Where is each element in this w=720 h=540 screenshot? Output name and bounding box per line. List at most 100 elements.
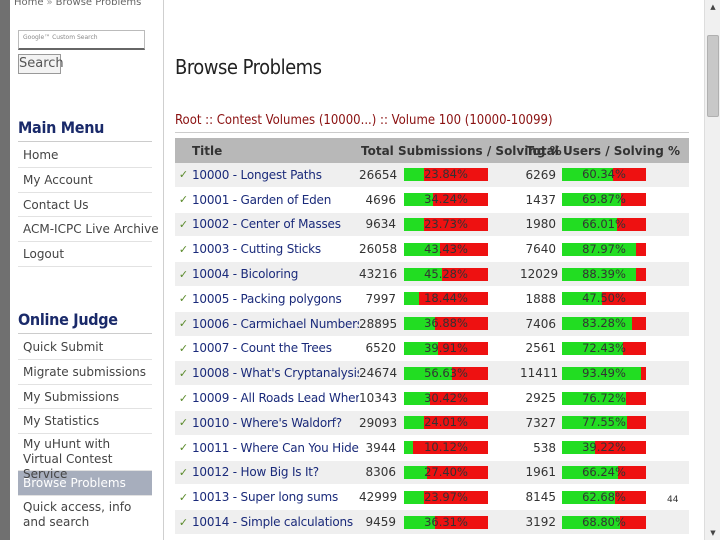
menu-item-my-submissions[interactable]: My Submissions	[18, 385, 152, 410]
users-bar: 77.55%	[562, 416, 646, 430]
title-separator: -	[229, 440, 241, 455]
problem-link[interactable]: 10014 - Simple calculations	[192, 515, 359, 529]
problem-link[interactable]: 10003 - Cutting Sticks	[192, 242, 359, 256]
main-content: Browse Problems Root :: Contest Volumes …	[164, 0, 704, 540]
title-separator: -	[229, 267, 241, 282]
problem-id: 10003	[192, 242, 230, 257]
problem-link[interactable]: 10001 - Garden of Eden	[192, 193, 359, 207]
menu-item-live-archive[interactable]: ACM-ICPC Live Archive	[18, 217, 159, 243]
vertical-scrollbar[interactable]: ▲ ▼	[704, 0, 720, 540]
problem-link[interactable]: 10007 - Count the Trees	[192, 341, 359, 355]
menu-item-home[interactable]: Home	[18, 143, 152, 168]
column-header-submissions[interactable]: Total Submissions / Solving %	[361, 144, 562, 158]
pin-icon[interactable]: ✓	[175, 466, 192, 479]
pin-icon[interactable]: ✓	[175, 491, 192, 504]
users-bar: 88.39%	[562, 267, 646, 281]
solving-percent: 45.28%	[424, 266, 468, 281]
menu-item-my-statistics[interactable]: My Statistics	[18, 409, 152, 435]
scrollbar-thumb[interactable]	[707, 35, 719, 117]
menu-item-contact-us[interactable]: Contact Us	[18, 193, 152, 218]
problem-link[interactable]: 10011 - Where Can You Hide?	[192, 441, 359, 455]
problem-link[interactable]: 10010 - Where's Waldorf?	[192, 416, 359, 430]
main-menu-title: Main Menu	[18, 118, 105, 137]
triangle-up-icon[interactable]: ▲	[705, 0, 720, 14]
submission-count: 28895	[359, 316, 398, 331]
menu-item-logout[interactable]: Logout	[18, 242, 152, 267]
column-header-users[interactable]: Total Users / Solving %	[526, 144, 689, 158]
solving-bar: 43.43%	[404, 242, 488, 256]
problem-name: What's Cryptanalysis?	[240, 366, 359, 381]
table-row: ✓ 10005 - Packing polygons 7997 18.44% 1888 4…	[175, 286, 689, 312]
table-row: ✓ 10013 - Super long sums 42999 23.97% 8145 6…	[175, 485, 689, 511]
users-percent: 62.68%	[582, 489, 626, 504]
problem-name: How Big Is It?	[240, 465, 320, 480]
problem-link[interactable]: 10008 - What's Cryptanalysis?	[192, 366, 359, 380]
users-bar: 39.22%	[562, 441, 646, 455]
pin-icon[interactable]: ✓	[175, 367, 192, 380]
table-row: ✓ 10012 - How Big Is It? 8306 27.40% 1961 66.…	[175, 460, 689, 486]
page-title: Browse Problems	[175, 55, 322, 79]
problem-link[interactable]: 10006 - Carmichael Numbers	[192, 317, 359, 331]
pin-icon[interactable]: ✓	[175, 441, 192, 454]
submission-count: 10343	[359, 391, 398, 406]
pin-icon[interactable]: ✓	[175, 168, 192, 181]
submission-count: 26654	[359, 167, 398, 182]
title-separator: -	[229, 316, 241, 331]
pin-icon[interactable]: ✓	[175, 218, 192, 231]
problem-link[interactable]: 10005 - Packing polygons	[192, 292, 359, 306]
pin-icon[interactable]: ✓	[175, 292, 192, 305]
pin-icon[interactable]: ✓	[175, 392, 192, 405]
solving-percent: 36.31%	[424, 514, 468, 529]
menu-item-uhunt[interactable]: My uHunt with Virtual Contest Service	[18, 434, 152, 481]
submission-count: 26058	[359, 242, 398, 257]
pin-icon[interactable]: ✓	[175, 243, 192, 256]
solving-percent: 23.73%	[424, 216, 468, 231]
column-header-title[interactable]: Title	[175, 144, 361, 158]
pin-icon[interactable]: ✓	[175, 342, 192, 355]
solving-bar: 34.24%	[404, 193, 488, 207]
problem-name: Where Can You Hide?	[240, 440, 359, 455]
menu-item-browse-problems[interactable]: Browse Problems	[18, 471, 152, 496]
pin-icon[interactable]: ✓	[175, 416, 192, 429]
solving-bar: 18.44%	[404, 291, 488, 306]
problem-link[interactable]: 10000 - Longest Paths	[192, 168, 359, 182]
problem-link[interactable]: 10004 - Bicoloring	[192, 267, 359, 281]
title-separator: -	[229, 291, 241, 306]
problem-id: 10011	[192, 440, 230, 455]
problem-link[interactable]: 10013 - Super long sums	[192, 490, 359, 504]
pin-icon[interactable]: ✓	[175, 317, 192, 330]
problem-id: 10007	[192, 341, 230, 356]
pin-icon[interactable]: ✓	[175, 516, 192, 529]
users-bar: 83.28%	[562, 317, 646, 331]
volume-breadcrumb[interactable]: Root :: Contest Volumes (10000...) :: Vo…	[175, 113, 553, 128]
solving-bar: 10.12%	[404, 441, 488, 455]
problem-name: Packing polygons	[240, 291, 342, 306]
search-input[interactable]: Google™ Custom Search	[18, 30, 145, 50]
pin-icon[interactable]: ✓	[175, 193, 192, 206]
users-bar: 62.68%	[562, 489, 646, 504]
search-input-placeholder: Google™ Custom Search	[23, 34, 98, 41]
menu-item-my-account[interactable]: My Account	[18, 168, 152, 193]
breadcrumb-home-link[interactable]: Home	[14, 0, 44, 8]
user-count: 1888	[525, 291, 556, 306]
menu-item-quick-access[interactable]: Quick access, info and search	[18, 496, 152, 536]
problem-link[interactable]: 10002 - Center of Masses	[192, 217, 359, 231]
problem-link[interactable]: 10012 - How Big Is It?	[192, 465, 359, 479]
menu-item-migrate-submissions[interactable]: Migrate submissions	[18, 360, 152, 385]
title-separator: -	[229, 490, 241, 505]
problem-name: Simple calculations	[240, 515, 354, 530]
problem-id: 10010	[192, 415, 230, 430]
problem-name: Super long sums	[240, 490, 339, 505]
submission-count: 29093	[359, 415, 398, 430]
triangle-down-icon[interactable]: ▼	[705, 526, 720, 540]
pin-icon[interactable]: ✓	[175, 268, 192, 281]
problem-id: 10013	[192, 490, 230, 505]
solving-percent: 36.88%	[424, 316, 468, 331]
solving-percent: 18.44%	[424, 291, 468, 306]
problem-link[interactable]: 10009 - All Roads Lead Where?	[192, 391, 359, 405]
search-button[interactable]: Search	[18, 54, 64, 74]
table-body: ✓ 10000 - Longest Paths 26654 23.84% 6269 60.…	[175, 163, 689, 535]
menu-item-quick-submit[interactable]: Quick Submit	[18, 335, 152, 360]
problem-name: Longest Paths	[240, 167, 322, 182]
user-count: 2561	[525, 341, 556, 356]
